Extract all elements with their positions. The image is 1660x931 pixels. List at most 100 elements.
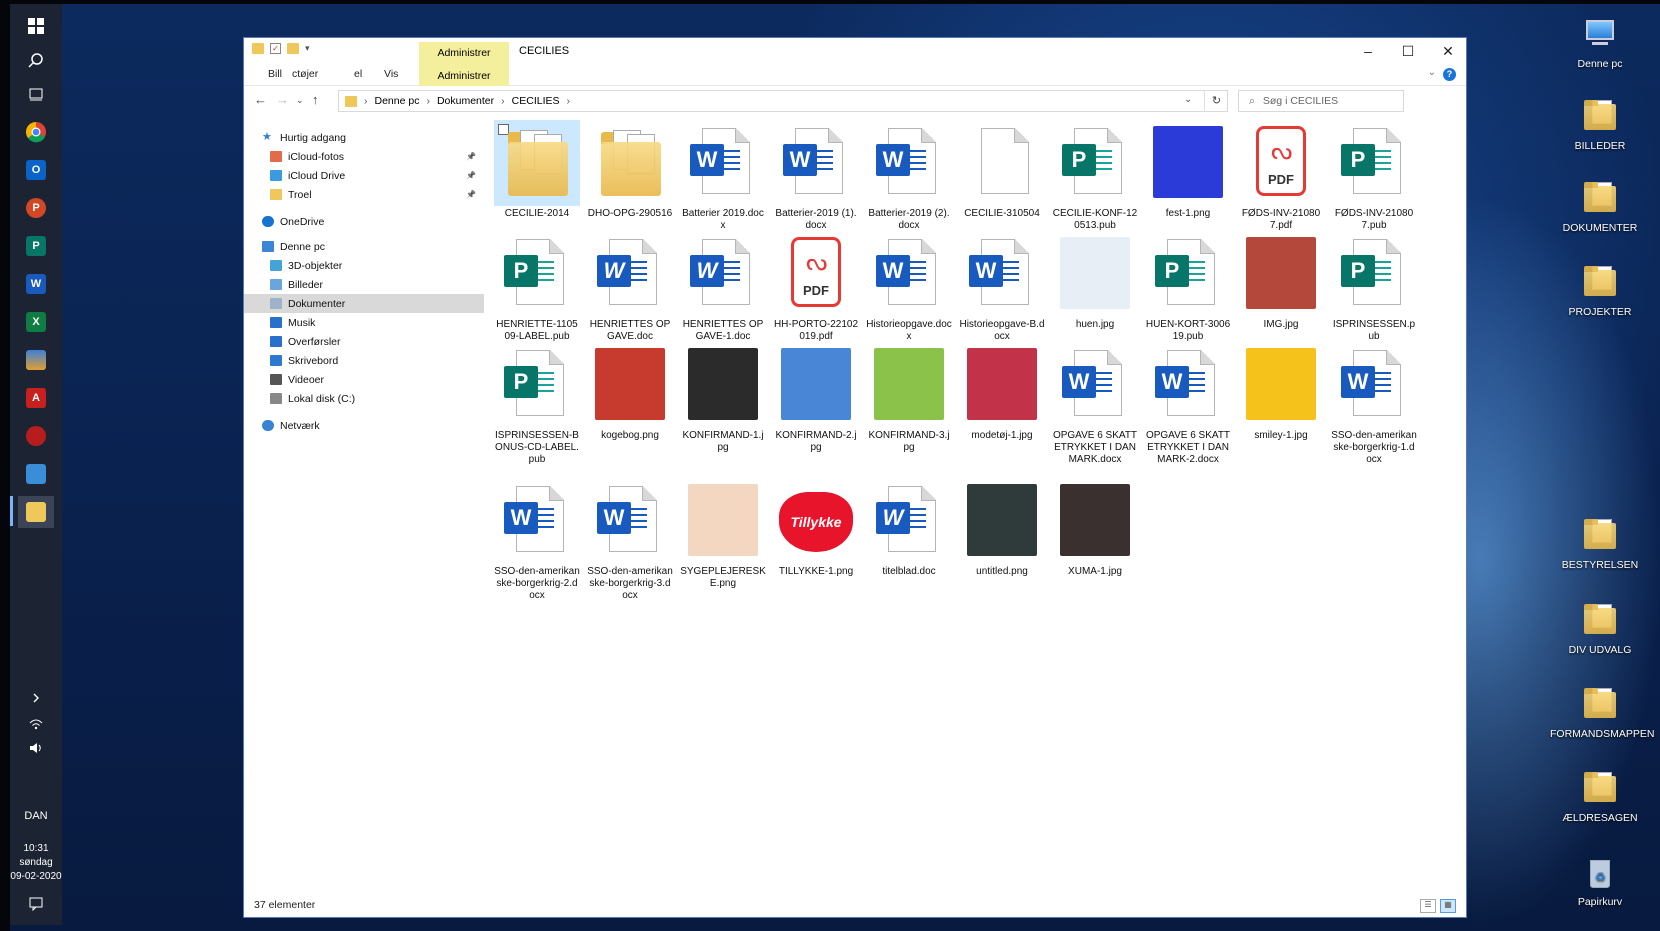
nav-item[interactable]: Lokal disk (C:) xyxy=(244,389,484,408)
help-icon[interactable]: ? xyxy=(1443,68,1456,81)
search-input[interactable]: ⌕ Søg i CECILIES xyxy=(1238,90,1404,112)
chevron-down-icon[interactable]: ⌄ xyxy=(1428,67,1436,78)
tab-administrer[interactable]: Administrer xyxy=(419,64,509,86)
file-item[interactable]: P FØDS-INV-210807.pub xyxy=(1331,120,1417,232)
customize-toolbar-icon[interactable]: ▾ xyxy=(305,43,310,54)
maximize-button[interactable]: ☐ xyxy=(1388,38,1428,64)
file-item[interactable]: Wtitelblad.doc xyxy=(866,478,952,578)
file-item[interactable]: untitled.png xyxy=(959,478,1045,578)
file-item[interactable]: W HENRIETTES OPGAVE-1.doc xyxy=(680,231,766,343)
game-icon[interactable] xyxy=(18,420,54,452)
close-button[interactable]: ✕ xyxy=(1428,38,1468,64)
nav-item[interactable]: Troel 📌 xyxy=(244,185,484,204)
file-item[interactable]: W SSO-den-amerikanske-borgerkrig-1.docx xyxy=(1331,342,1417,466)
file-item[interactable]: ᔓ PDF HH-PORTO-22102019.pdf xyxy=(773,231,859,343)
nav-item[interactable]: OneDrive xyxy=(244,212,484,231)
nav-item[interactable]: Denne pc xyxy=(244,237,484,256)
file-item[interactable]: W Batterier-2019 (2).docx xyxy=(866,120,952,232)
nav-item[interactable]: iCloud Drive 📌 xyxy=(244,166,484,185)
nav-item[interactable]: Billeder xyxy=(244,275,484,294)
publisher-icon[interactable]: P xyxy=(18,230,54,262)
address-dropdown-icon[interactable]: ⌄ xyxy=(1184,94,1192,105)
up-arrow-icon[interactable]: ↑ xyxy=(312,92,319,107)
refresh-icon[interactable]: ↻ xyxy=(1204,90,1228,112)
powerpoint-icon[interactable]: P xyxy=(18,192,54,224)
title-bar[interactable]: ✓ ▾ Administrer CECILIES – ☐ ✕ xyxy=(244,38,1466,64)
folder-icon[interactable] xyxy=(252,43,264,54)
file-item[interactable]: huen.jpg xyxy=(1052,231,1138,331)
file-item[interactable]: Tillykke TILLYKKE-1.png xyxy=(773,478,859,578)
app-icon[interactable] xyxy=(18,458,54,490)
desktop-icon[interactable]: DIV UDVALG xyxy=(1550,600,1650,656)
properties-icon[interactable]: ✓ xyxy=(270,43,281,54)
desktop-icon[interactable]: BESTYRELSEN xyxy=(1550,515,1650,571)
file-item[interactable]: kogebog.png xyxy=(587,342,673,442)
chrome-icon[interactable] xyxy=(18,116,54,148)
address-bar[interactable]: › Denne pc › Dokumenter › CECILIES › xyxy=(338,90,1228,112)
desktop-icon[interactable]: Denne pc xyxy=(1550,14,1650,70)
nav-item[interactable]: Overførsler xyxy=(244,332,484,351)
nav-item[interactable]: Dokumenter xyxy=(244,294,484,313)
breadcrumb-item[interactable]: CECILIES xyxy=(512,95,560,107)
details-view-button[interactable]: ☰ xyxy=(1420,899,1436,913)
desktop-icon[interactable]: ÆLDRESAGEN xyxy=(1550,768,1650,824)
file-item[interactable]: W HENRIETTES OPGAVE.doc xyxy=(587,231,673,343)
nav-item[interactable]: Skrivebord xyxy=(244,351,484,370)
desktop-icon[interactable]: DOKUMENTER xyxy=(1550,178,1650,234)
file-item[interactable]: W Historieopgave.docx xyxy=(866,231,952,343)
file-item[interactable]: W Batterier 2019.docx xyxy=(680,120,766,232)
file-item[interactable]: KONFIRMAND-3.jpg xyxy=(866,342,952,454)
nav-item[interactable]: ★ Hurtig adgang xyxy=(244,128,484,147)
acrobat-icon[interactable]: A xyxy=(18,382,54,414)
desktop-icon[interactable]: BILLEDER xyxy=(1550,96,1650,152)
file-item[interactable]: P HUEN-KORT-300619.pub xyxy=(1145,231,1231,343)
desktop-icon[interactable]: FORMANDSMAPPEN xyxy=(1550,684,1654,740)
tab-vis[interactable]: Vis xyxy=(384,68,398,80)
file-item[interactable]: W Batterier-2019 (1).docx xyxy=(773,120,859,232)
file-item[interactable]: SYGEPLEJERESKE.png xyxy=(680,478,766,590)
search-icon[interactable] xyxy=(18,44,54,76)
file-item[interactable]: P HENRIETTE-110509-LABEL.pub xyxy=(494,231,580,343)
file-item[interactable]: W Historieopgave-B.docx xyxy=(959,231,1045,343)
notification-icon[interactable] xyxy=(18,888,54,920)
file-item[interactable]: CECILIE-310504 xyxy=(959,120,1045,220)
file-item[interactable]: KONFIRMAND-2.jpg xyxy=(773,342,859,454)
large-icons-view-button[interactable]: ▦ xyxy=(1440,899,1456,913)
word-icon[interactable]: W xyxy=(18,268,54,300)
file-item[interactable]: P CECILIE-KONF-120513.pub xyxy=(1052,120,1138,232)
task-view-icon[interactable] xyxy=(18,78,54,110)
outlook-icon[interactable]: O xyxy=(18,154,54,186)
photos-icon[interactable] xyxy=(18,344,54,376)
forward-arrow-icon[interactable]: → xyxy=(276,92,289,107)
file-item[interactable]: W SSO-den-amerikanske-borgerkrig-3.docx xyxy=(587,478,673,602)
volume-icon[interactable] xyxy=(18,732,54,764)
excel-icon[interactable]: X xyxy=(18,306,54,338)
file-item[interactable]: IMG.jpg xyxy=(1238,231,1324,331)
file-item[interactable]: CECILIE-2014 xyxy=(494,120,580,220)
file-item[interactable]: W OPGAVE 6 SKATTETRYKKET I DANMARK.docx xyxy=(1052,342,1138,466)
tab-del[interactable]: el xyxy=(354,68,362,80)
recent-locations-icon[interactable]: ⌄ xyxy=(296,95,304,106)
file-item[interactable]: W SSO-den-amerikanske-borgerkrig-2.docx xyxy=(494,478,580,602)
windows-start-icon[interactable] xyxy=(18,10,54,42)
file-item[interactable]: ᔓ PDF FØDS-INV-210807.pdf xyxy=(1238,120,1324,232)
nav-item[interactable]: iCloud-fotos 📌 xyxy=(244,147,484,166)
desktop-icon[interactable]: PROJEKTER xyxy=(1550,262,1650,318)
nav-item[interactable]: Videoer xyxy=(244,370,484,389)
file-item[interactable]: P ISPRINSESSEN.pub xyxy=(1331,231,1417,343)
breadcrumb-item[interactable]: Dokumenter xyxy=(437,95,494,107)
nav-item[interactable]: Musik xyxy=(244,313,484,332)
tab-billedvaerktoejer[interactable]: Bill ctøjer xyxy=(268,68,318,80)
file-item[interactable]: DHO-OPG-290516 xyxy=(587,120,673,220)
file-item[interactable]: modetøj-1.jpg xyxy=(959,342,1045,442)
file-item[interactable]: KONFIRMAND-1.jpg xyxy=(680,342,766,454)
nav-item[interactable]: 3D-objekter xyxy=(244,256,484,275)
file-explorer-icon[interactable] xyxy=(18,496,54,528)
minimize-button[interactable]: – xyxy=(1348,38,1388,64)
file-item[interactable]: smiley-1.jpg xyxy=(1238,342,1324,442)
desktop-icon[interactable]: ♻ Papirkurv xyxy=(1550,852,1650,908)
file-item[interactable]: P ISPRINSESSEN-BONUS-CD-LABEL.pub xyxy=(494,342,580,466)
back-arrow-icon[interactable]: ← xyxy=(254,92,267,107)
breadcrumb-item[interactable]: Denne pc xyxy=(375,95,420,107)
clock[interactable]: 10:31 søndag 09-02-2020 xyxy=(10,842,62,884)
